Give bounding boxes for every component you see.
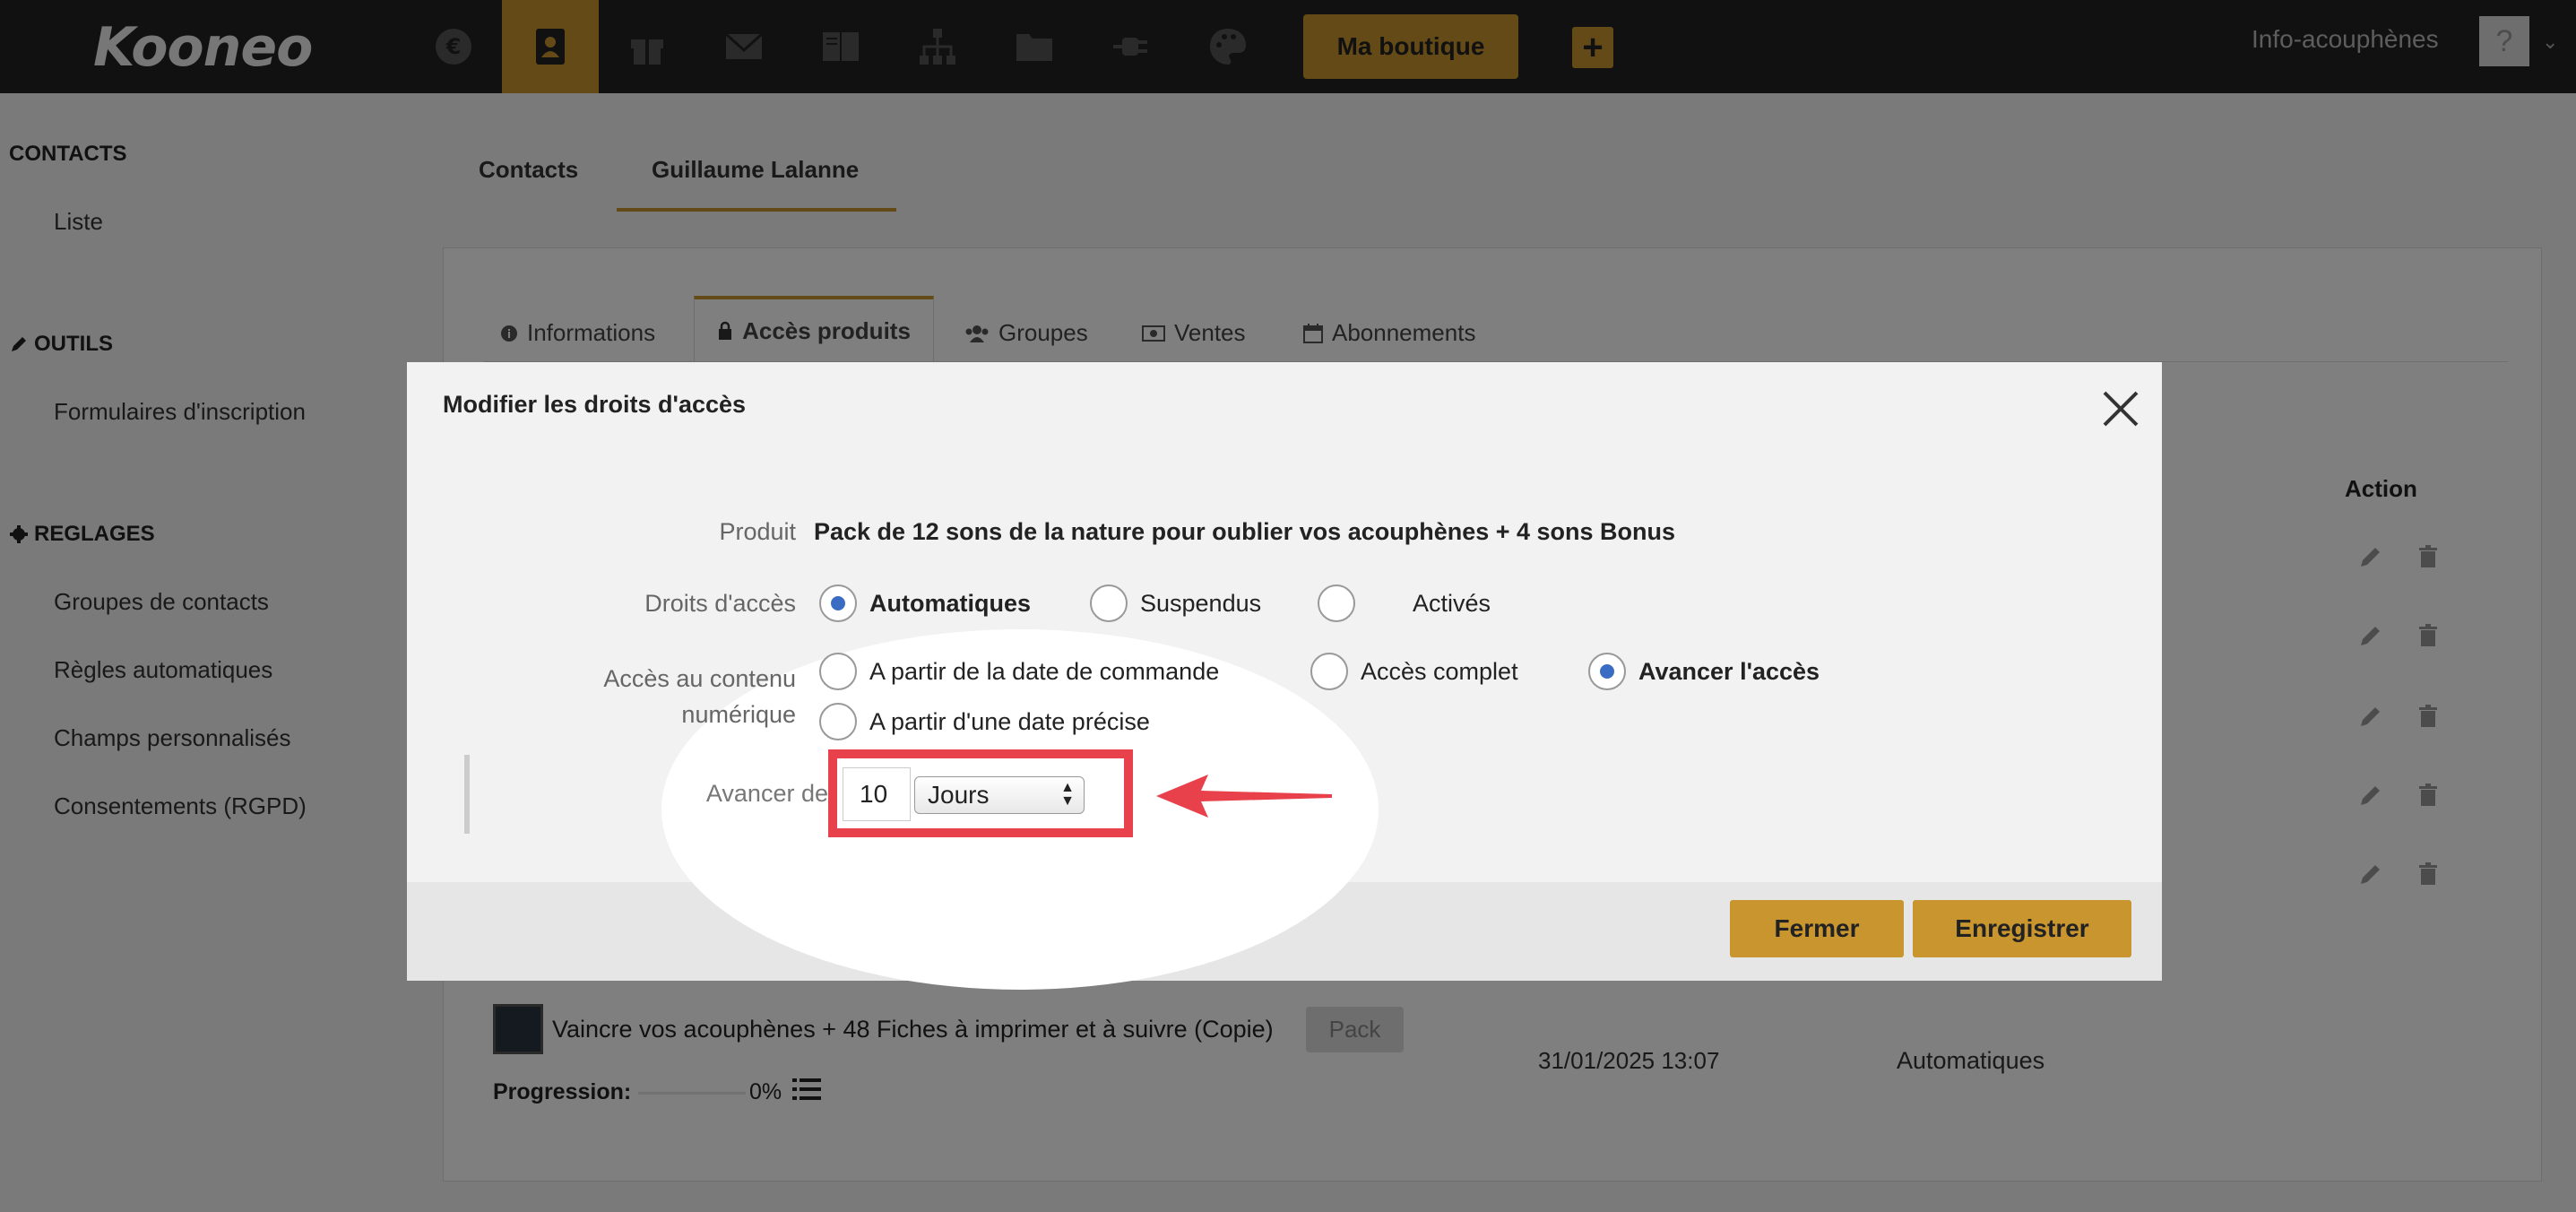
form-left-accent bbox=[464, 755, 470, 834]
close-icon[interactable] bbox=[2099, 387, 2142, 430]
red-arrow-icon bbox=[1156, 775, 1332, 818]
radio-date-commande-label[interactable]: A partir de la date de commande bbox=[869, 658, 1219, 686]
radio-suspendus-label[interactable]: Suspendus bbox=[1140, 590, 1261, 618]
avancer-label: Avancer de bbox=[705, 780, 828, 807]
highlight-box bbox=[828, 749, 1133, 837]
radio-avancer-acces[interactable] bbox=[1588, 653, 1626, 690]
radio-acces-complet-label[interactable]: Accès complet bbox=[1361, 658, 1518, 686]
acces-label-line1: Accès au contenu bbox=[603, 665, 796, 692]
droits-label: Droits d'accès bbox=[644, 590, 796, 617]
radio-automatiques[interactable] bbox=[819, 584, 857, 622]
fermer-button[interactable]: Fermer bbox=[1730, 900, 1904, 957]
enregistrer-button[interactable]: Enregistrer bbox=[1913, 900, 2131, 957]
radio-date-precise-label[interactable]: A partir d'une date précise bbox=[869, 708, 1150, 736]
produit-label: Produit bbox=[719, 518, 796, 545]
acces-label-line2: numérique bbox=[681, 701, 796, 728]
radio-acces-complet[interactable] bbox=[1310, 653, 1348, 690]
radio-date-commande[interactable] bbox=[819, 653, 857, 690]
radio-actives[interactable] bbox=[1318, 584, 1355, 622]
modal-title: Modifier les droits d'accès bbox=[443, 391, 747, 418]
radio-avancer-acces-label[interactable]: Avancer l'accès bbox=[1638, 658, 1820, 686]
radio-suspendus[interactable] bbox=[1090, 584, 1128, 622]
radio-automatiques-label[interactable]: Automatiques bbox=[869, 590, 1031, 618]
radio-actives-label[interactable]: Activés bbox=[1413, 590, 1491, 618]
produit-value: Pack de 12 sons de la nature pour oublie… bbox=[814, 518, 1676, 545]
radio-date-precise[interactable] bbox=[819, 703, 857, 740]
